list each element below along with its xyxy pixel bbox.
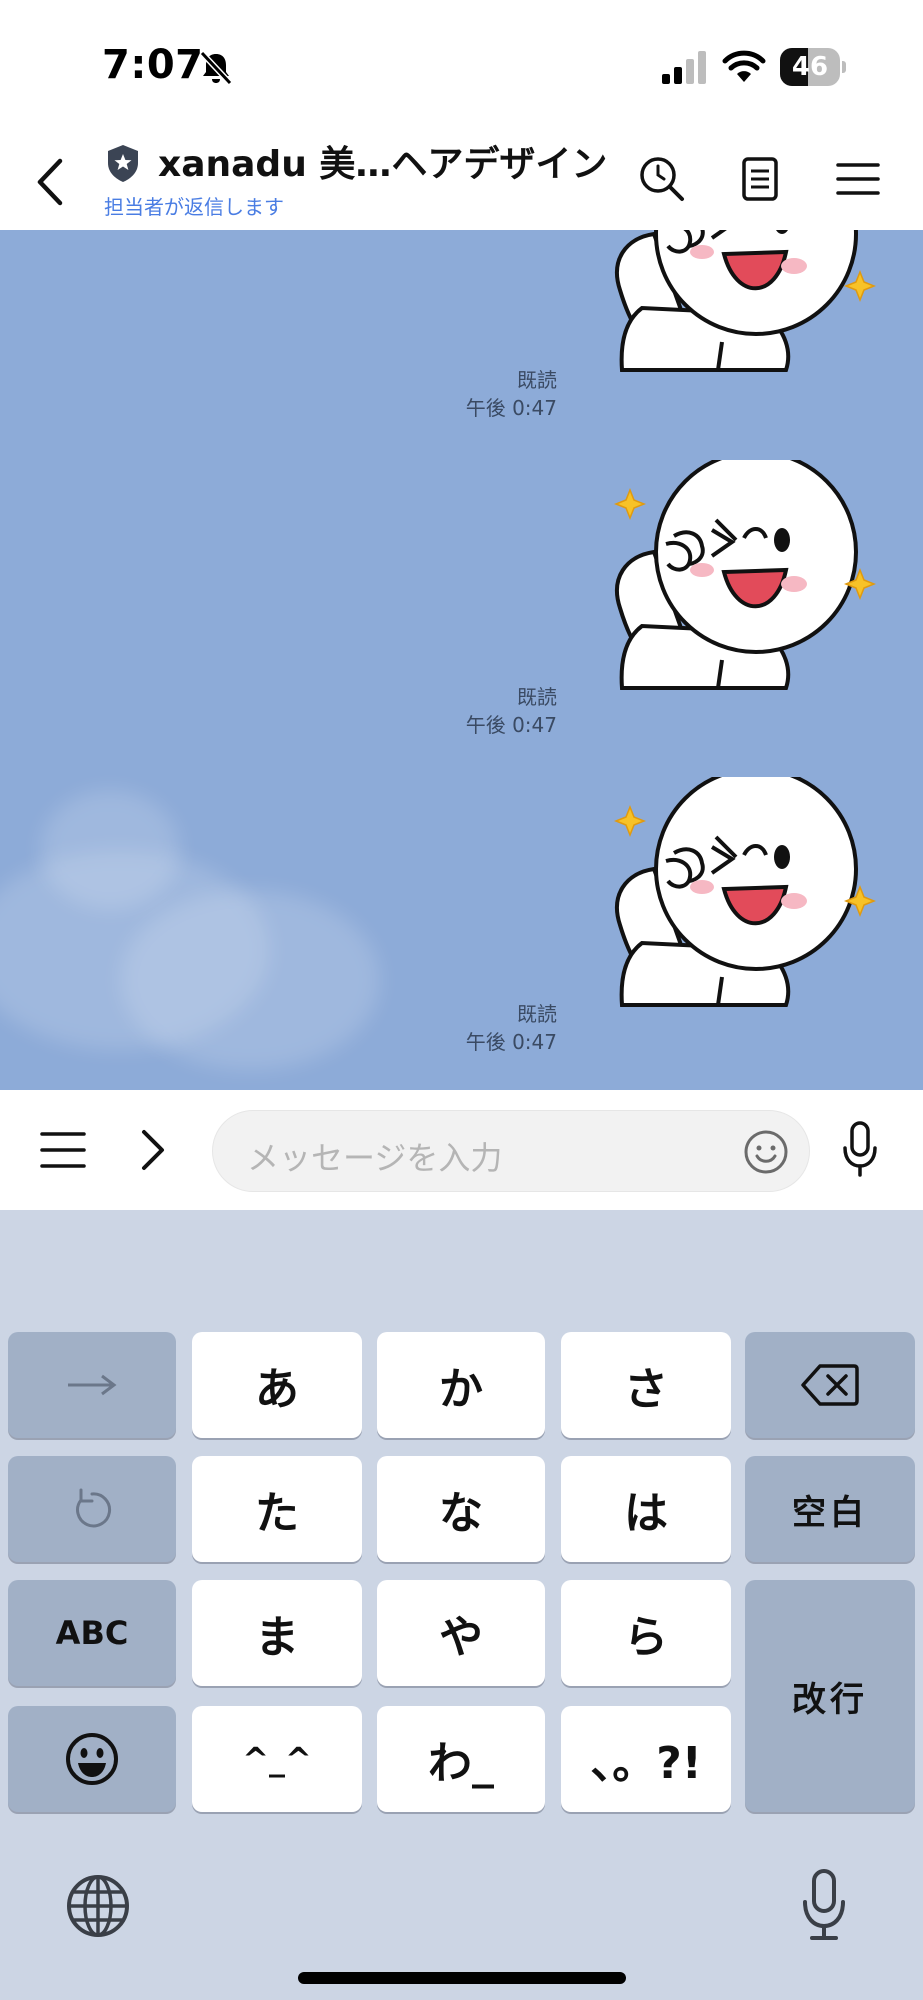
arrow-right-icon (68, 1374, 117, 1396)
key-ka[interactable]: か (377, 1332, 545, 1438)
emoji-icon[interactable] (743, 1129, 789, 1175)
key-sa[interactable]: さ (561, 1332, 731, 1438)
key-kaomoji[interactable]: ^_^ (192, 1706, 362, 1812)
status-bar: 7:07 46 (0, 0, 923, 135)
chat-title[interactable]: xanadu 美…ヘアデザイン (158, 135, 607, 187)
status-time: 7:07 (102, 42, 204, 88)
emoji-icon (66, 1733, 118, 1785)
chevron-right-icon[interactable] (134, 1126, 172, 1174)
mic-icon[interactable] (840, 1120, 880, 1178)
undo-key[interactable] (8, 1456, 176, 1562)
bell-slash-icon (199, 50, 233, 86)
key-ha[interactable]: は (561, 1456, 731, 1562)
shield-star-icon (108, 145, 138, 182)
mic-icon[interactable] (800, 1868, 848, 1942)
message-input-placeholder: メッセージを入力 (247, 1139, 503, 1177)
battery-indicator: 46 (780, 48, 846, 86)
message-input[interactable]: メッセージを入力 (212, 1110, 810, 1192)
key-ta[interactable]: た (192, 1456, 362, 1562)
search-history-icon[interactable] (636, 153, 688, 205)
note-icon[interactable] (734, 153, 786, 205)
sticker-peace-sign[interactable] (596, 460, 876, 690)
space-key[interactable]: 空白 (745, 1456, 915, 1562)
sticker-peace-sign[interactable] (596, 230, 876, 372)
message-time: 午後 0:47 (465, 396, 557, 420)
key-ya[interactable]: や (377, 1580, 545, 1686)
chat-subtitle: 担当者が返信します (104, 195, 284, 219)
abc-key[interactable]: ABC (8, 1580, 176, 1686)
battery-percent: 46 (791, 52, 829, 82)
read-status: 既読 (517, 685, 557, 709)
emoji-key[interactable] (8, 1706, 176, 1812)
message-meta: 既読 午後 0:47 (466, 366, 557, 422)
chat-area[interactable]: 既読 午後 0:47 既読 午後 0:47 既読 午後 0:47 (0, 230, 923, 1090)
key-wa[interactable]: わ_ (377, 1706, 545, 1812)
next-candidate-key[interactable] (8, 1332, 176, 1438)
key-ma[interactable]: ま (192, 1580, 362, 1686)
read-status: 既読 (517, 368, 557, 392)
back-icon[interactable] (30, 155, 74, 209)
sticker-peace-sign[interactable] (596, 777, 876, 1007)
wifi-icon (722, 50, 766, 82)
message-time: 午後 0:47 (465, 1030, 557, 1054)
key-a[interactable]: あ (192, 1332, 362, 1438)
home-indicator (298, 1972, 626, 1984)
keyboard: あ か さ た な は 空白 ABC ま や ら 改行 ^_^ わ_ 、。?! (0, 1210, 923, 2000)
undo-icon (76, 1488, 112, 1528)
message-meta: 既読 午後 0:47 (466, 1000, 557, 1056)
menu-icon[interactable] (832, 153, 884, 205)
return-key[interactable]: 改行 (745, 1580, 915, 1812)
key-punctuation[interactable]: 、。?! (561, 1706, 731, 1812)
message-meta: 既読 午後 0:47 (466, 683, 557, 739)
chat-header: xanadu 美…ヘアデザイン 担当者が返信します (0, 135, 923, 230)
message-input-bar: メッセージを入力 (0, 1090, 923, 1210)
globe-icon[interactable] (64, 1872, 132, 1940)
key-ra[interactable]: ら (561, 1580, 731, 1686)
signal-icon (662, 51, 706, 84)
delete-icon (801, 1364, 859, 1406)
delete-key[interactable] (745, 1332, 915, 1438)
message-time: 午後 0:47 (465, 713, 557, 737)
menu-icon[interactable] (38, 1128, 88, 1172)
key-na[interactable]: な (377, 1456, 545, 1562)
read-status: 既読 (517, 1002, 557, 1026)
